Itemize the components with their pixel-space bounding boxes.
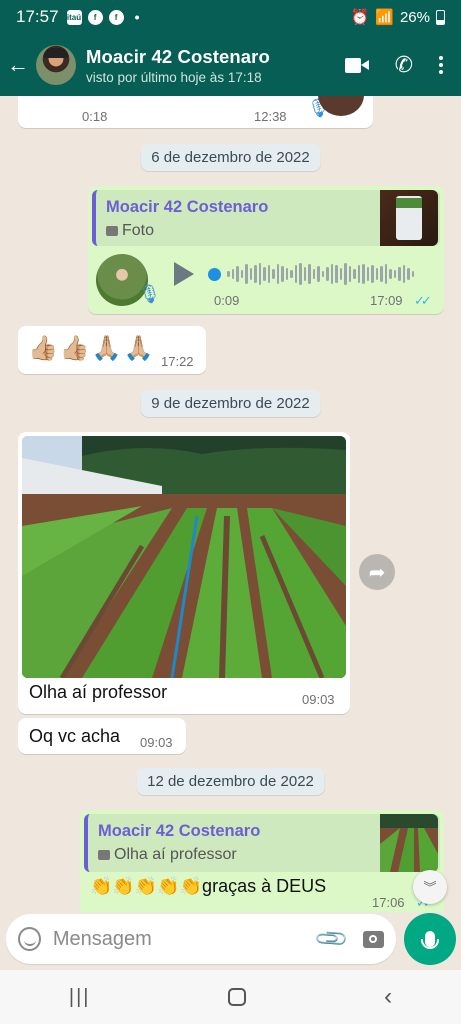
quoted-message[interactable]: Moacir 42 Costenaro Foto — [92, 190, 440, 246]
attach-icon[interactable]: 📎 — [313, 920, 351, 958]
facebook-icon: f — [87, 9, 103, 25]
back-arrow-icon[interactable]: ← — [0, 52, 36, 78]
audio-seek-knob[interactable] — [208, 267, 221, 281]
last-seen: visto por último hoje às 17:18 — [86, 69, 262, 85]
message-text: 👏👏👏👏👏graças à DEUS — [90, 876, 327, 896]
audio-waveform[interactable] — [208, 262, 414, 286]
photo-caption: Olha aí professor — [29, 682, 168, 702]
chat-header: ← Moacir 42 Costenaro visto por último h… — [0, 34, 461, 96]
message-time: 17:06 — [372, 895, 405, 910]
status-time: 17:57 — [16, 7, 59, 26]
emoji-icon[interactable] — [18, 927, 41, 951]
reply-text-message[interactable]: Moacir 42 Costenaro Olha aí professor 👏👏… — [80, 810, 444, 912]
message-text: 👍🏼👍🏼🙏🏼🙏🏼 — [28, 335, 156, 362]
message-text: Oq vc acha — [29, 726, 121, 746]
audio-duration: 0:09 — [214, 293, 240, 308]
camera-icon[interactable] — [363, 930, 384, 948]
message-time: 09:03 — [140, 735, 173, 750]
message-input-bar: 📎 — [6, 914, 396, 964]
mic-icon: 🎙 — [138, 284, 161, 304]
status-bar: 17:57 itaú f f • ⏰ 📶 26% — [0, 0, 461, 34]
message-photo[interactable] — [22, 436, 346, 678]
scroll-to-bottom-icon[interactable]: ︾ — [413, 870, 447, 904]
video-call-icon[interactable] — [344, 57, 369, 73]
forward-icon[interactable]: ➦ — [359, 554, 395, 590]
photo-icon — [98, 850, 110, 860]
emoji-message[interactable]: 👍🏼👍🏼🙏🏼🙏🏼 17:22 — [18, 326, 206, 374]
voice-record-button[interactable] — [404, 913, 456, 965]
phone-call-icon[interactable]: ✆ — [395, 52, 413, 78]
bank-app-icon: itaú — [66, 9, 82, 25]
lettuce-field-photo — [22, 436, 346, 678]
date-separator: 9 de dezembro de 2022 — [140, 390, 321, 417]
audio-message-outgoing[interactable]: Moacir 42 Costenaro Foto 🎙 0:09 17:09 ✓✓ — [88, 186, 444, 314]
audio-duration: 0:18 — [82, 109, 108, 124]
date-separator: 6 de dezembro de 2022 — [140, 144, 321, 171]
more-options-icon[interactable] — [439, 56, 443, 74]
message-time: 17:09 — [370, 293, 403, 308]
contact-avatar[interactable] — [36, 45, 76, 85]
message-input[interactable] — [52, 927, 318, 951]
quote-author: Moacir 42 Costenaro — [106, 198, 269, 216]
quote-thumbnail — [380, 190, 438, 246]
quote-text: Foto — [122, 222, 155, 239]
photo-message[interactable]: Olha aí professor 09:03 — [18, 432, 350, 714]
home-icon[interactable] — [228, 988, 247, 1006]
message-time: 09:03 — [302, 692, 335, 707]
text-message[interactable]: Oq vc acha 09:03 — [18, 718, 186, 754]
contact-info[interactable]: Moacir 42 Costenaro visto por último hoj… — [86, 46, 345, 85]
photo-icon — [106, 226, 118, 236]
quoted-message[interactable]: Moacir 42 Costenaro Olha aí professor — [84, 814, 440, 872]
read-ticks-icon: ✓✓ — [414, 293, 432, 308]
more-notifications-icon: • — [134, 9, 140, 25]
facebook-icon-2: f — [108, 9, 124, 25]
nav-back-icon[interactable]: ‹ — [384, 983, 392, 1011]
system-nav-bar: ||| ‹ — [0, 970, 461, 1024]
alarm-icon: ⏰ — [350, 9, 370, 26]
battery-icon — [436, 9, 445, 25]
quote-text: Olha aí professor — [114, 846, 237, 863]
contact-name: Moacir 42 Costenaro — [86, 45, 270, 67]
mic-icon — [421, 931, 439, 949]
play-button[interactable] — [174, 262, 194, 286]
quote-thumbnail — [380, 814, 438, 872]
audio-message-incoming[interactable]: 0:18 12:38 🎙 — [18, 96, 373, 128]
message-time: 12:38 — [254, 109, 287, 124]
wifi-icon: 📶 — [375, 9, 394, 26]
quote-author: Moacir 42 Costenaro — [98, 822, 261, 840]
date-separator: 12 de dezembro de 2022 — [136, 768, 325, 795]
battery-level: 26% — [399, 8, 430, 26]
recents-icon[interactable]: ||| — [69, 986, 91, 1009]
message-time: 17:22 — [161, 354, 194, 369]
chat-area[interactable]: 0:18 12:38 🎙 6 de dezembro de 2022 Moaci… — [0, 96, 461, 912]
